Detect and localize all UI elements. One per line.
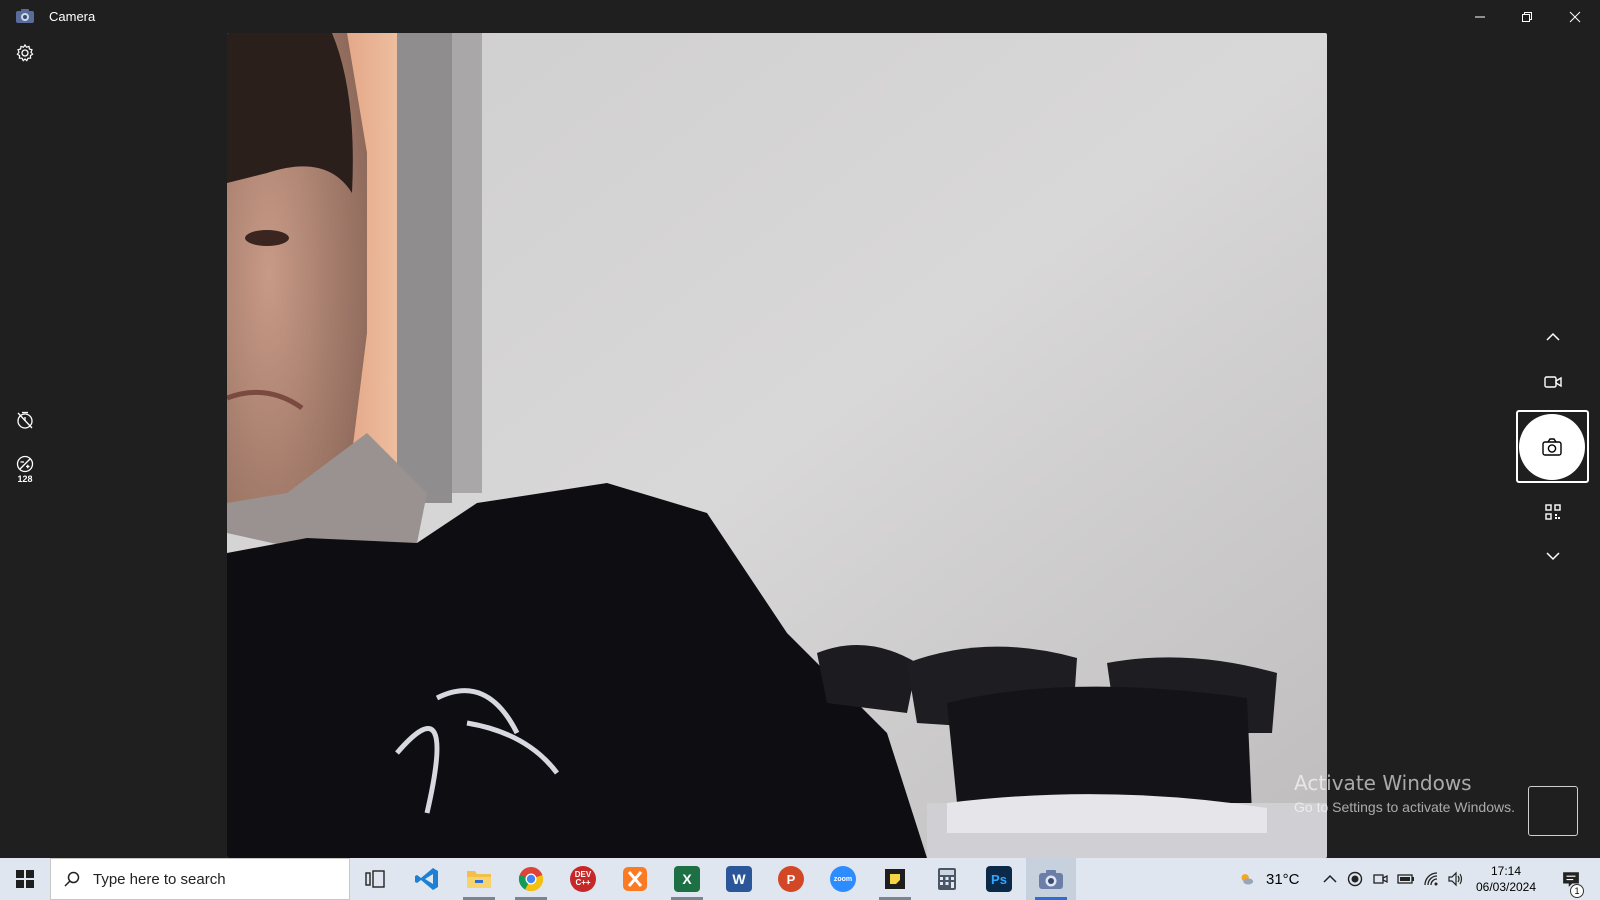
tray-camera-in-use-button[interactable] <box>1370 858 1390 900</box>
close-button[interactable] <box>1552 0 1598 33</box>
folder-icon <box>467 871 491 888</box>
weather-widget[interactable] <box>1232 858 1262 900</box>
mode-down-button[interactable] <box>1538 541 1568 571</box>
taskbar-app-vscode[interactable] <box>402 858 452 900</box>
taskbar-app-powerpoint[interactable]: P <box>766 858 816 900</box>
powerpoint-icon: P <box>778 866 804 892</box>
video-mode-button[interactable] <box>1538 367 1568 397</box>
restore-icon <box>1522 11 1532 22</box>
camera-app-window: Camera 128 Activate Windows Go to Settin… <box>0 0 1600 858</box>
taskbar-app-chrome[interactable] <box>506 858 556 900</box>
speaker-icon <box>1448 871 1463 887</box>
title-bar: Camera <box>0 0 1600 33</box>
search-placeholder: Type here to search <box>93 870 226 888</box>
weather-partly-cloudy-icon <box>1241 874 1254 885</box>
minimize-button[interactable] <box>1457 0 1503 33</box>
watermark-subtitle: Go to Settings to activate Windows. <box>1294 799 1515 815</box>
taskbar-app-photoshop[interactable]: Ps <box>974 858 1024 900</box>
battery-icon <box>1397 874 1414 884</box>
watermark-title: Activate Windows <box>1294 771 1472 795</box>
excel-icon: X <box>674 866 700 892</box>
chrome-icon <box>518 867 544 892</box>
live-camera-feed <box>227 33 1327 858</box>
task-view-button[interactable] <box>350 858 400 900</box>
activate-windows-watermark: Activate Windows Go to Settings to activ… <box>1294 771 1515 815</box>
gear-icon <box>16 43 34 62</box>
calculator-icon <box>938 868 956 890</box>
chevron-up-icon <box>1546 332 1560 341</box>
chevron-down-icon <box>1546 552 1560 561</box>
window-title: Camera <box>49 9 96 24</box>
taskbar-app-file-explorer[interactable] <box>454 858 504 900</box>
taskbar: Type here to search DEV C++ X W P zoom P… <box>0 858 1600 900</box>
taskbar-app-excel[interactable]: X <box>662 858 712 900</box>
taskbar-app-word[interactable]: W <box>714 858 764 900</box>
camera-in-use-icon <box>1373 874 1388 884</box>
taskbar-app-camera[interactable] <box>1026 858 1076 900</box>
tray-record-button[interactable] <box>1345 858 1365 900</box>
photoshop-icon: Ps <box>986 866 1012 892</box>
network-button[interactable] <box>1421 858 1441 900</box>
last-capture-thumbnail[interactable] <box>1528 786 1578 836</box>
clock-time: 17:14 <box>1490 864 1522 878</box>
show-hidden-icons-button[interactable] <box>1320 858 1340 900</box>
dev-cpp-icon: DEV C++ <box>570 866 596 892</box>
taskbar-app-xampp[interactable] <box>610 858 660 900</box>
notification-count-badge: 1 <box>1570 884 1584 898</box>
restore-button[interactable] <box>1504 0 1550 33</box>
clock-date: 06/03/2024 <box>1475 880 1537 894</box>
brightness-value: 128 <box>17 474 33 484</box>
exposure-icon <box>16 455 34 473</box>
windows-logo-icon <box>16 870 34 888</box>
xampp-icon <box>623 867 647 891</box>
close-icon <box>1569 11 1581 22</box>
word-icon: W <box>726 866 752 892</box>
camera-icon <box>1039 870 1063 889</box>
sticky-notes-icon <box>885 869 905 889</box>
start-button[interactable] <box>0 858 50 900</box>
zoom-icon: zoom <box>830 866 856 892</box>
qr-code-icon <box>1545 504 1561 520</box>
camera-icon <box>1542 438 1562 456</box>
search-icon <box>64 871 80 887</box>
timer-off-icon <box>17 411 33 429</box>
taskbar-app-calculator[interactable] <box>922 858 972 900</box>
task-view-icon <box>365 870 385 888</box>
mode-up-button[interactable] <box>1538 322 1568 352</box>
qr-scan-button[interactable] <box>1538 497 1568 527</box>
video-icon <box>1544 376 1562 388</box>
taskbar-app-dev-cpp[interactable]: DEV C++ <box>558 858 608 900</box>
chevron-up-icon <box>1323 874 1337 883</box>
volume-button[interactable] <box>1446 858 1466 900</box>
taskbar-app-zoom[interactable]: zoom <box>818 858 868 900</box>
wifi-icon <box>1424 872 1438 886</box>
minimize-icon <box>1475 16 1485 17</box>
taskbar-search-box[interactable]: Type here to search <box>50 858 350 900</box>
weather-temperature[interactable]: 31°C <box>1266 871 1300 888</box>
timer-button[interactable] <box>12 407 38 433</box>
take-photo-button[interactable] <box>1519 414 1585 480</box>
camera-viewfinder[interactable] <box>227 33 1327 858</box>
record-icon <box>1347 871 1363 887</box>
taskbar-clock[interactable]: 17:14 06/03/2024 <box>1470 863 1542 895</box>
battery-button[interactable] <box>1395 858 1417 900</box>
camera-icon <box>16 9 34 23</box>
settings-button[interactable] <box>12 40 38 66</box>
taskbar-app-sticky-notes[interactable] <box>870 858 920 900</box>
vscode-icon <box>415 868 438 890</box>
